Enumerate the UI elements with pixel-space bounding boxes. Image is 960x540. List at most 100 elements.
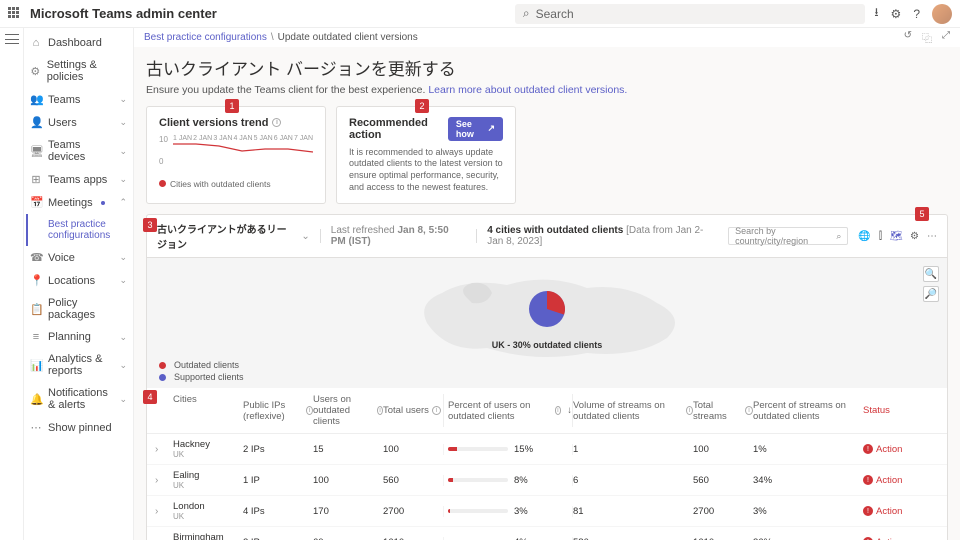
chevron-down-icon: ⌄ xyxy=(119,360,127,371)
map-legend: Outdated clients Supported clients xyxy=(159,358,244,382)
search-icon: ⌕ xyxy=(836,231,841,242)
reco-text: It is recommended to always update outda… xyxy=(349,147,503,194)
nav-icon: 📅 xyxy=(30,196,42,209)
table-row[interactable]: › BirminghamUK 2 IPs 60 1610 4% 580 1610… xyxy=(147,527,947,540)
learn-more-link[interactable]: Learn more about outdated client version… xyxy=(428,84,627,96)
waffle-icon[interactable] xyxy=(8,7,22,21)
callout-2: 2 xyxy=(415,99,429,113)
app-title: Microsoft Teams admin center xyxy=(30,6,217,21)
chevron-down-icon[interactable]: ⌄ xyxy=(301,231,309,242)
info-icon[interactable]: i xyxy=(306,406,313,415)
action-link[interactable]: Action xyxy=(876,506,902,517)
alert-icon: ! xyxy=(863,475,873,485)
nav-item-teams[interactable]: 👥Teams⌄ xyxy=(24,88,133,111)
copy-icon[interactable]: ⿻ xyxy=(922,30,932,45)
nav-item-show-pinned[interactable]: ⋯Show pinned xyxy=(24,416,133,439)
nav-item-settings-policies[interactable]: ⚙Settings & policies xyxy=(24,54,133,88)
nav-item-policy-packages[interactable]: 📋Policy packages xyxy=(24,292,133,326)
help-icon[interactable]: ? xyxy=(913,7,920,21)
filter-icon[interactable]: ⫿ xyxy=(879,231,882,242)
nav-item-meetings[interactable]: 📅Meetings⌃ xyxy=(24,191,133,214)
nav-item-planning[interactable]: ≡Planning⌄ xyxy=(24,326,133,348)
more-icon[interactable]: ⋯ xyxy=(927,231,937,242)
map-label: UK - 30% outdated clients xyxy=(492,340,603,350)
nav-item-locations[interactable]: 📍Locations⌄ xyxy=(24,269,133,292)
recommended-action-card: 2 Recommended action See how ↗ It is rec… xyxy=(336,106,516,205)
region-title: 古いクライアントがあるリージョン xyxy=(157,221,291,251)
chevron-down-icon: ⌄ xyxy=(119,275,127,286)
nav-icon: 🔔 xyxy=(30,393,42,406)
gear-icon[interactable]: ⚙ xyxy=(910,231,919,242)
reco-title: Recommended action xyxy=(349,117,444,141)
zoom-out-button[interactable]: 🔎 xyxy=(923,286,939,302)
expand-row-icon[interactable]: › xyxy=(155,444,158,455)
map-icon[interactable]: 🗺 xyxy=(890,231,902,241)
nav-item-analytics-reports[interactable]: 📊Analytics & reports⌄ xyxy=(24,348,133,382)
nav-icon: ⚙ xyxy=(30,65,41,78)
info-icon[interactable]: i xyxy=(686,406,693,415)
nav-icon: ⊞ xyxy=(30,173,42,186)
info-icon[interactable]: i xyxy=(272,118,281,127)
table-row[interactable]: › LondonUK 4 IPs 170 2700 3% 81 2700 3% … xyxy=(147,496,947,527)
page-title: 古いクライアント バージョンを更新する xyxy=(146,55,948,80)
chevron-down-icon: ⌄ xyxy=(119,394,127,405)
nav-icon: ⌂ xyxy=(30,37,42,49)
nav-item-users[interactable]: 👤Users⌄ xyxy=(24,111,133,134)
see-how-button[interactable]: See how ↗ xyxy=(448,117,503,141)
external-link-icon: ↗ xyxy=(487,123,495,134)
legend-dot-outdated xyxy=(159,180,166,187)
percent-bar xyxy=(448,447,508,451)
action-link[interactable]: Action xyxy=(876,475,902,486)
nav-item-teams-apps[interactable]: ⊞Teams apps⌄ xyxy=(24,168,133,191)
chevron-down-icon: ⌄ xyxy=(119,117,127,128)
chevron-down-icon: ⌄ xyxy=(119,174,127,185)
nav-item-teams-devices[interactable]: 🖥Teams devices⌄ xyxy=(24,134,133,168)
cities-table: 4 Cities Public IPs (reflexive)i Users o… xyxy=(146,388,948,540)
percent-bar xyxy=(448,478,508,482)
nav-icon: ☎ xyxy=(30,251,42,264)
nav-icon: 📍 xyxy=(30,274,42,287)
nav-item-voice[interactable]: ☎Voice⌄ xyxy=(24,246,133,269)
globe-icon[interactable]: 🌐 xyxy=(858,231,870,242)
breadcrumb-root[interactable]: Best practice configurations xyxy=(144,32,267,43)
history-icon[interactable]: ↺ xyxy=(904,30,912,45)
nav-sub-best-practice[interactable]: Best practice configurations xyxy=(26,214,133,246)
chevron-down-icon: ⌄ xyxy=(119,332,127,343)
global-search[interactable]: ⌕ Search xyxy=(515,4,865,24)
breadcrumb-current: Update outdated client versions xyxy=(278,32,418,43)
nav-icon: 👥 xyxy=(30,93,42,106)
search-icon: ⌕ xyxy=(523,6,530,21)
info-icon[interactable]: i xyxy=(745,406,753,415)
table-row[interactable]: › EalingUK 1 IP 100 560 8% 6 560 34% !Ac… xyxy=(147,465,947,496)
expand-row-icon[interactable]: › xyxy=(155,475,158,486)
expand-row-icon[interactable]: › xyxy=(155,506,158,517)
nav-icon: 📊 xyxy=(30,359,42,372)
top-bar: Microsoft Teams admin center ⌕ Search ⭳ … xyxy=(0,0,960,28)
info-icon[interactable]: i xyxy=(555,406,562,415)
chevron-down-icon: ⌄ xyxy=(119,146,127,157)
download-icon[interactable]: ⭳ xyxy=(874,3,878,24)
page-description: Ensure you update the Teams client for t… xyxy=(146,84,948,96)
info-icon[interactable]: i xyxy=(432,406,441,415)
action-link[interactable]: Action xyxy=(876,444,902,455)
left-rail xyxy=(0,28,24,540)
nav-item-notifications-alerts[interactable]: 🔔Notifications & alerts⌄ xyxy=(24,382,133,416)
sort-desc-icon[interactable]: ↓ xyxy=(567,405,572,416)
alert-icon: ! xyxy=(863,506,873,516)
table-row[interactable]: › HackneyUK 2 IPs 15 100 15% 1 100 1% !A… xyxy=(147,434,947,465)
region-search[interactable]: Search by country/city/region ⌕ xyxy=(728,227,848,245)
zoom-in-button[interactable]: 🔍 xyxy=(923,266,939,282)
settings-icon[interactable]: ⚙ xyxy=(891,7,902,21)
alert-icon: ! xyxy=(863,444,873,454)
trend-title: Client versions trend xyxy=(159,117,268,129)
map-area[interactable]: UK - 30% outdated clients Outdated clien… xyxy=(146,258,948,388)
table-header: 4 Cities Public IPs (reflexive)i Users o… xyxy=(147,388,947,434)
expand-icon[interactable]: ⤢ xyxy=(942,30,950,45)
nav-item-dashboard[interactable]: ⌂Dashboard xyxy=(24,32,133,54)
callout-1: 1 xyxy=(225,99,239,113)
hamburger-icon[interactable] xyxy=(5,34,19,44)
avatar[interactable] xyxy=(932,4,952,24)
sidebar: ⌂Dashboard⚙Settings & policies👥Teams⌄👤Us… xyxy=(24,28,134,540)
chevron-up-icon: ⌃ xyxy=(119,197,127,208)
callout-4: 4 xyxy=(143,390,157,404)
